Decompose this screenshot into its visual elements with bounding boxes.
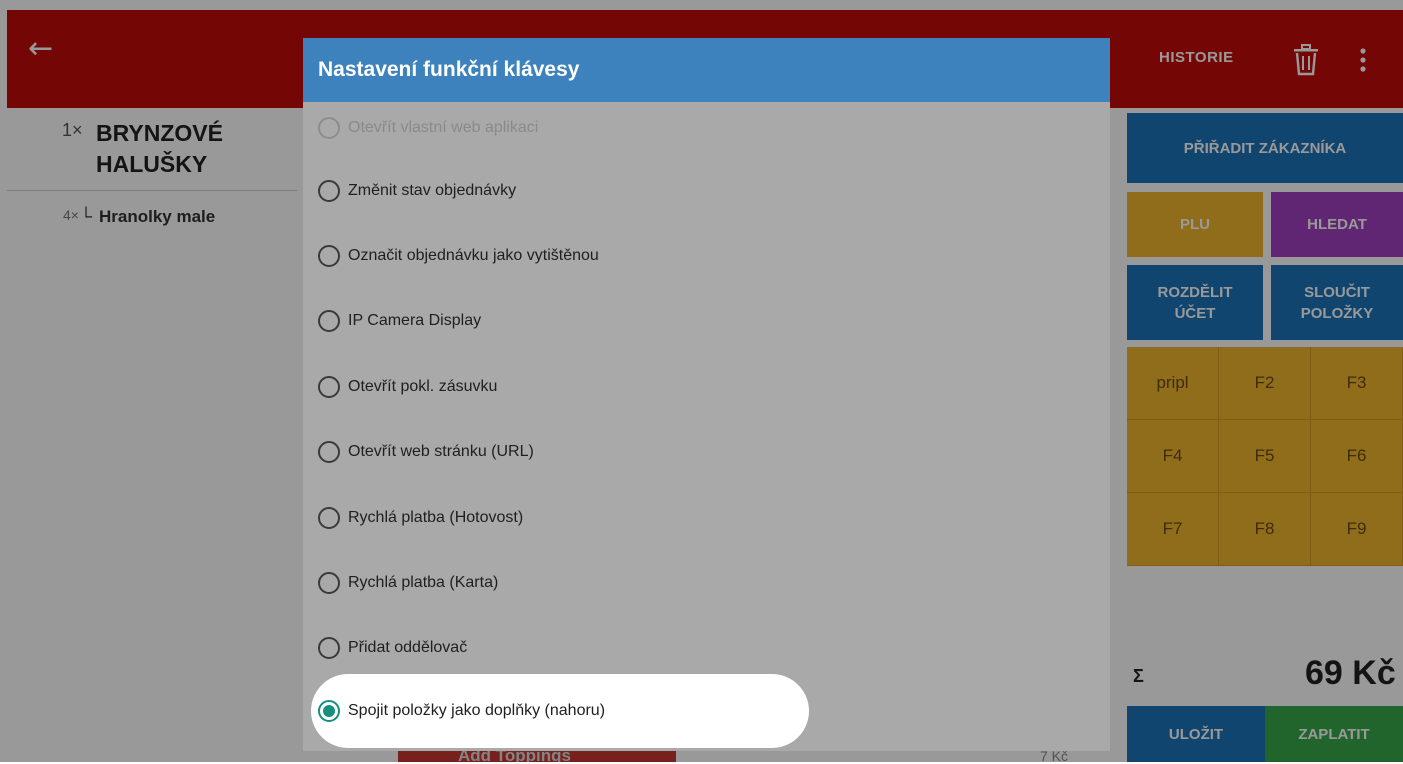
radio-unchecked-icon[interactable] xyxy=(318,637,340,659)
dialog-header: Nastavení funkční klávesy xyxy=(303,38,1110,102)
option-label: Otevřít vlastní web aplikaci xyxy=(348,119,539,136)
option-quick-pay-card[interactable]: Rychlá platba (Karta) xyxy=(318,571,498,595)
radio-unchecked-icon[interactable] xyxy=(318,441,340,463)
radio-unchecked-icon[interactable] xyxy=(318,245,340,267)
radio-dot xyxy=(323,705,335,717)
option-ip-camera[interactable]: IP Camera Display xyxy=(318,309,481,333)
option-label: Rychlá platba (Hotovost) xyxy=(348,509,524,526)
option-label: Spojit položky jako doplňky (nahoru) xyxy=(348,702,606,719)
option-add-separator[interactable]: Přidat oddělovač xyxy=(318,636,467,660)
option-label: Otevřít web stránku (URL) xyxy=(348,443,534,460)
option-open-url[interactable]: Otevřít web stránku (URL) xyxy=(318,440,534,464)
option-label: Označit objednávku jako vytištěnou xyxy=(348,247,599,264)
option-label: Otevřít pokl. zásuvku xyxy=(348,378,498,395)
option-label: IP Camera Display xyxy=(348,312,482,329)
option-open-web-app[interactable]: Otevřít vlastní web aplikaci xyxy=(318,116,538,140)
dialog-title: Nastavení funkční klávesy xyxy=(318,58,580,81)
radio-unchecked-icon[interactable] xyxy=(318,507,340,529)
function-key-settings-dialog: Nastavení funkční klávesy Otevřít vlastn… xyxy=(303,38,1110,751)
option-mark-printed[interactable]: Označit objednávku jako vytištěnou xyxy=(318,244,599,268)
option-label: Rychlá platba (Karta) xyxy=(348,574,499,591)
option-quick-pay-cash[interactable]: Rychlá platba (Hotovost) xyxy=(318,506,523,530)
radio-unchecked-icon[interactable] xyxy=(318,117,340,139)
radio-unchecked-icon[interactable] xyxy=(318,180,340,202)
option-open-drawer[interactable]: Otevřít pokl. zásuvku xyxy=(318,375,497,399)
radio-checked-icon[interactable] xyxy=(318,700,340,722)
option-label: Přidat oddělovač xyxy=(348,639,468,656)
radio-unchecked-icon[interactable] xyxy=(318,310,340,332)
radio-unchecked-icon[interactable] xyxy=(318,572,340,594)
option-merge-as-addons[interactable]: Spojit položky jako doplňky (nahoru) xyxy=(318,699,605,723)
option-change-order-state[interactable]: Změnit stav objednávky xyxy=(318,179,516,203)
radio-unchecked-icon[interactable] xyxy=(318,376,340,398)
option-label: Změnit stav objednávky xyxy=(348,182,517,199)
